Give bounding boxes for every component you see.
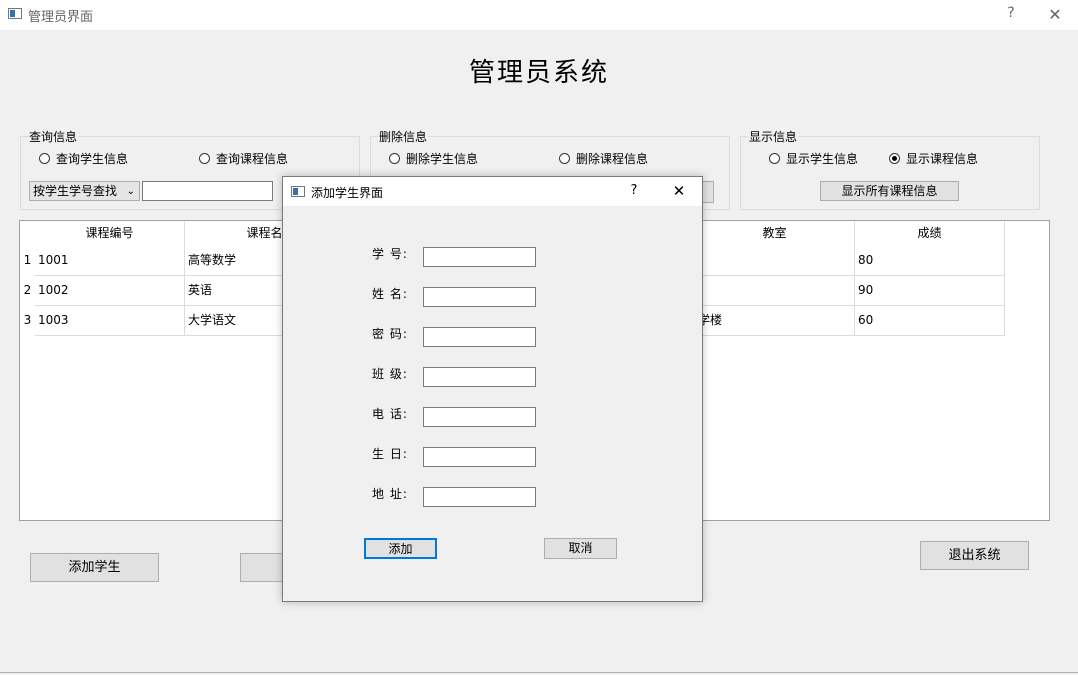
show-course-label: 显示课程信息 [906, 152, 979, 166]
table-cell[interactable] [695, 276, 855, 306]
table-cell[interactable]: 1002 [35, 276, 185, 306]
phone-input[interactable] [423, 407, 536, 427]
column-header[interactable]: 课程编号 [35, 221, 185, 246]
page-title: 管理员系统 [468, 58, 609, 88]
show-student-radio[interactable]: 显示学生信息 [769, 150, 858, 167]
radio-icon [389, 153, 400, 164]
add-student-dialog: 添加学生界面 ? ✕ 学 号: 姓 名: 密 码: 班 级: 电 话: 生 日:… [282, 176, 703, 602]
help-icon[interactable]: ? [619, 183, 649, 198]
radio-icon [39, 153, 50, 164]
class-label: 班 级: [372, 367, 408, 381]
birthday-label: 生 日: [372, 447, 408, 461]
add-student-button[interactable]: 添加学生 [30, 553, 159, 582]
radio-icon [199, 153, 210, 164]
query-student-radio[interactable]: 查询学生信息 [39, 150, 128, 167]
row-number[interactable]: 1 [20, 246, 35, 276]
student-id-label: 学 号: [372, 247, 408, 261]
student-id-input[interactable] [423, 247, 536, 267]
row-number[interactable]: 3 [20, 306, 35, 336]
chevron-down-icon: ⌄ [126, 186, 135, 197]
show-course-radio[interactable]: 显示课程信息 [889, 150, 978, 167]
phone-label: 电 话: [372, 407, 408, 421]
address-label: 地 址: [372, 487, 408, 501]
add-button[interactable]: 添加 [364, 538, 437, 559]
query-search-input[interactable] [142, 181, 273, 201]
show-student-label: 显示学生信息 [786, 152, 859, 166]
cancel-button[interactable]: 取消 [544, 538, 617, 559]
table-cell[interactable] [695, 246, 855, 276]
table-cell[interactable]: 学楼 [695, 306, 855, 336]
query-course-label: 查询课程信息 [216, 152, 289, 166]
app-icon [8, 8, 22, 19]
close-icon[interactable]: ✕ [664, 182, 694, 200]
row-number[interactable]: 2 [20, 276, 35, 306]
class-input[interactable] [423, 367, 536, 387]
delete-group-title: 删除信息 [378, 128, 429, 145]
delete-student-radio[interactable]: 删除学生信息 [389, 150, 478, 167]
window-title: 管理员界面 [28, 10, 94, 25]
table-cell[interactable]: 90 [855, 276, 1005, 306]
address-input[interactable] [423, 487, 536, 507]
name-label: 姓 名: [372, 287, 408, 301]
query-type-value: 按学生学号查找 [33, 184, 118, 198]
dialog-title: 添加学生界面 [311, 186, 384, 200]
query-group-title: 查询信息 [28, 128, 79, 145]
help-icon[interactable]: ? [996, 5, 1026, 21]
window-titlebar: 管理员界面 ? ✕ [0, 0, 1078, 30]
show-all-courses-button[interactable]: 显示所有课程信息 [820, 181, 959, 201]
dialog-titlebar: 添加学生界面 ? ✕ [283, 177, 702, 206]
table-cell[interactable]: 60 [855, 306, 1005, 336]
password-label: 密 码: [372, 327, 408, 341]
query-student-label: 查询学生信息 [56, 152, 129, 166]
birthday-input[interactable] [423, 447, 536, 467]
query-type-select[interactable]: 按学生学号查找 ⌄ [29, 181, 140, 201]
table-cell[interactable]: 1001 [35, 246, 185, 276]
delete-course-radio[interactable]: 删除课程信息 [559, 150, 648, 167]
exit-button[interactable]: 退出系统 [920, 541, 1029, 570]
delete-course-label: 删除课程信息 [576, 152, 649, 166]
query-course-radio[interactable]: 查询课程信息 [199, 150, 288, 167]
close-icon[interactable]: ✕ [1040, 5, 1070, 24]
radio-checked-icon [889, 153, 900, 164]
table-cell[interactable]: 80 [855, 246, 1005, 276]
window-bottom-border [0, 672, 1078, 673]
delete-student-label: 删除学生信息 [406, 152, 479, 166]
radio-icon [559, 153, 570, 164]
radio-icon [769, 153, 780, 164]
app-icon [291, 186, 305, 197]
column-header[interactable]: 教室 [695, 221, 855, 246]
name-input[interactable] [423, 287, 536, 307]
show-group-title: 显示信息 [748, 128, 799, 145]
password-input[interactable] [423, 327, 536, 347]
table-cell[interactable]: 1003 [35, 306, 185, 336]
column-header[interactable]: 成绩 [855, 221, 1005, 246]
